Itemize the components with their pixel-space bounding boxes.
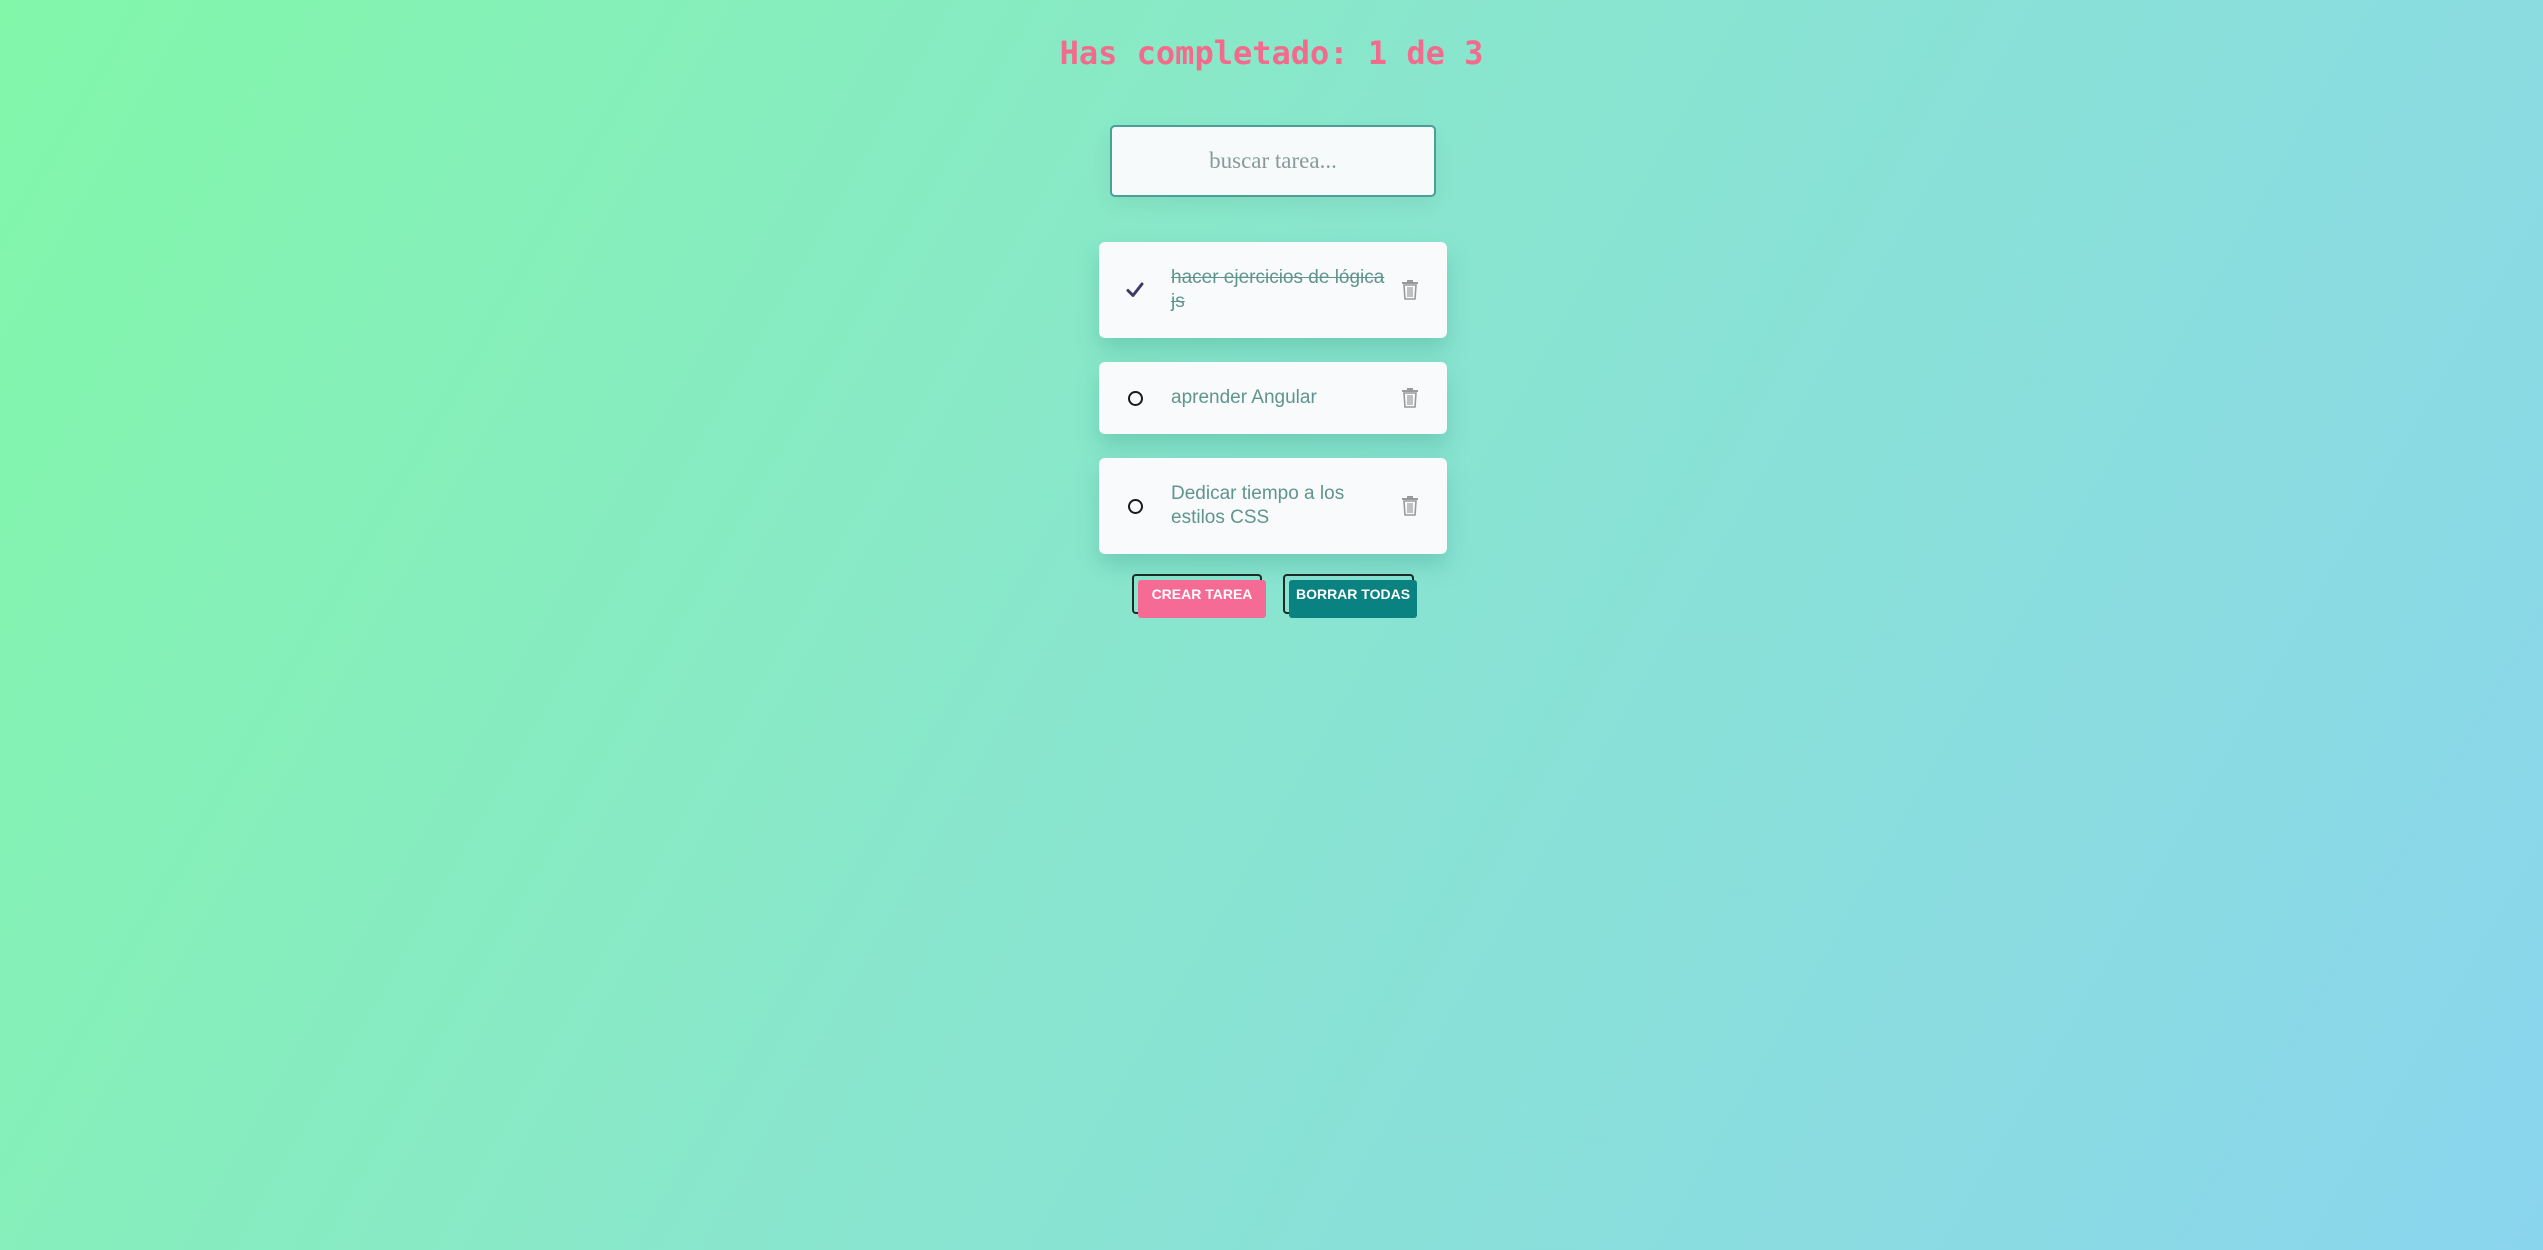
todo-text: hacer ejercicios de lógica js [1171,267,1385,312]
trash-icon[interactable] [1401,496,1419,516]
delete-all-button[interactable]: BORRAR TODAS [1289,580,1417,618]
todo-item: hacer ejercicios de lógica js [1099,242,1447,338]
trash-icon[interactable] [1401,388,1419,408]
create-task-button[interactable]: CREAR TAREA [1138,580,1266,618]
todo-text: aprender Angular [1171,387,1317,408]
todo-list: hacer ejercicios de lógica js aprender A… [1099,242,1447,578]
create-button-frame: CREAR TAREA [1132,574,1266,618]
complete-toggle[interactable] [1123,278,1147,302]
complete-toggle[interactable] [1123,386,1147,410]
circle-icon [1127,498,1143,514]
todo-item: Dedicar tiempo a los estilos CSS [1099,458,1447,554]
clear-button-frame: BORRAR TODAS [1283,574,1417,618]
completed-counter: Has completado: 1 de 3 [1059,34,1484,72]
trash-icon[interactable] [1401,280,1419,300]
complete-toggle[interactable] [1123,494,1147,518]
todo-text: Dedicar tiempo a los estilos CSS [1171,483,1345,528]
todo-item: aprender Angular [1099,362,1447,434]
check-icon [1126,282,1144,297]
search-input[interactable] [1110,125,1436,197]
action-buttons: CREAR TAREA BORRAR TODAS [0,574,2543,620]
circle-icon [1127,390,1143,406]
